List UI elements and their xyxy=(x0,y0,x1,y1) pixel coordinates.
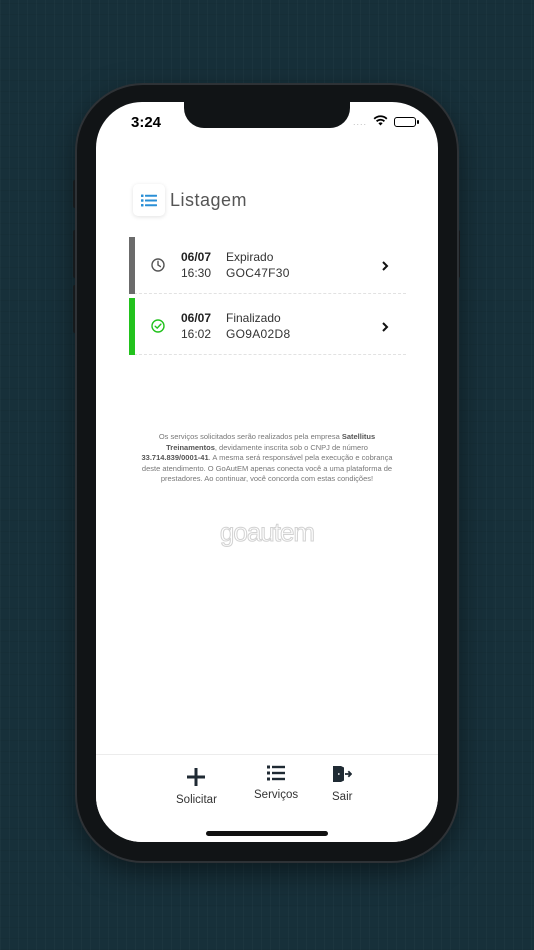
status-time: 3:24 xyxy=(131,114,162,131)
battery-icon xyxy=(394,117,419,127)
item-code: GOC47F30 xyxy=(226,266,290,280)
item-status: Expirado xyxy=(226,250,274,264)
goautem-logo: goautem xyxy=(219,517,315,548)
chevron-right-icon[interactable] xyxy=(381,320,389,332)
plus-icon xyxy=(187,768,206,791)
item-date: 06/07 xyxy=(181,311,212,325)
nav-label: Solicitar xyxy=(176,794,217,806)
status-icons: .... xyxy=(352,113,419,131)
item-time: 16:02 xyxy=(181,327,212,341)
home-indicator xyxy=(206,831,328,836)
nav-solicitar-button[interactable]: Solicitar xyxy=(176,768,217,806)
nav-sair-button[interactable]: Sair xyxy=(332,765,353,803)
service-list: 06/07 16:30 Expirado GOC47F30 06/07 16:0… xyxy=(129,237,406,359)
item-status: Finalizado xyxy=(226,311,281,325)
item-date: 06/07 xyxy=(181,250,212,264)
item-code: GO9A02D8 xyxy=(226,327,291,341)
exit-door-icon xyxy=(332,765,353,788)
list-icon xyxy=(267,765,286,786)
wifi-icon xyxy=(373,113,388,131)
list-icon xyxy=(133,184,165,216)
signal-icon: .... xyxy=(352,117,367,127)
page-title: Listagem xyxy=(170,189,248,210)
nav-label: Serviços xyxy=(254,789,299,801)
page-header: Listagem xyxy=(133,184,247,216)
bottom-nav: Solicitar Serviços Sair xyxy=(96,754,438,842)
status-bar-finished xyxy=(129,298,135,355)
check-circle-icon xyxy=(151,319,165,333)
cnpj-number: 33.714.839/0001-41 xyxy=(141,453,209,463)
status-bar-expired xyxy=(129,237,135,294)
phone-screen: 3:24 .... Listagem 06/07 16:30 Expirado … xyxy=(96,102,438,842)
chevron-right-icon[interactable] xyxy=(381,259,389,271)
list-item[interactable]: 06/07 16:30 Expirado GOC47F30 xyxy=(129,237,406,294)
nav-servicos-button[interactable]: Serviços xyxy=(254,765,298,801)
notch xyxy=(184,102,350,128)
clock-icon xyxy=(151,258,165,272)
list-item[interactable]: 06/07 16:02 Finalizado GO9A02D8 xyxy=(129,298,406,355)
terms-disclaimer: Os serviços solicitados serão realizados… xyxy=(141,432,393,484)
nav-label: Sair xyxy=(332,791,353,803)
item-time: 16:30 xyxy=(181,266,212,280)
